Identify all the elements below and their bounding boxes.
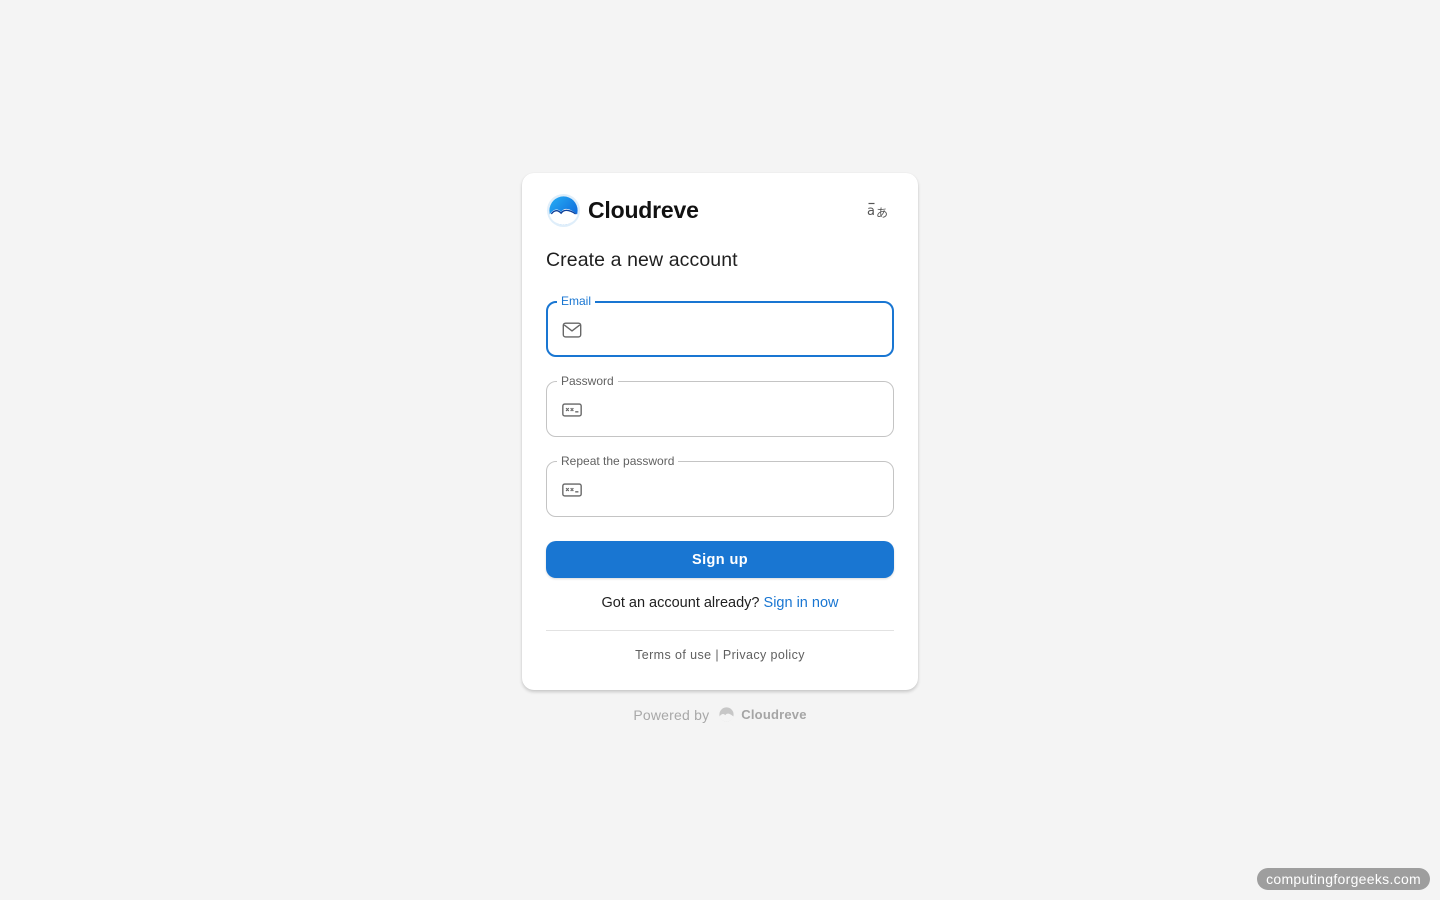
svg-text:a: a bbox=[867, 204, 875, 219]
sign-up-button[interactable]: Sign up bbox=[546, 541, 894, 578]
sign-in-row: Got an account already? Sign in now bbox=[522, 595, 918, 611]
powered-by-name: Cloudreve bbox=[741, 707, 807, 722]
password-field[interactable]: Password bbox=[546, 373, 894, 437]
legal-links: Terms of use | Privacy policy bbox=[522, 648, 918, 662]
cloudreve-logo-icon bbox=[719, 707, 734, 722]
repeat-password-input[interactable] bbox=[595, 462, 885, 516]
powered-by-logo[interactable]: Cloudreve bbox=[718, 706, 806, 723]
password-icon bbox=[562, 403, 582, 417]
watermark: computingforgeeks.com bbox=[1257, 868, 1430, 890]
sign-in-prompt: Got an account already? bbox=[601, 595, 760, 611]
svg-text:あ: あ bbox=[876, 206, 888, 220]
email-label: Email bbox=[557, 293, 596, 309]
divider bbox=[546, 630, 894, 631]
translate-icon: a あ bbox=[867, 202, 888, 220]
password-input[interactable] bbox=[595, 382, 885, 436]
mail-icon bbox=[562, 322, 582, 338]
repeat-password-field[interactable]: Repeat the password bbox=[546, 453, 894, 517]
privacy-policy-link[interactable]: Privacy policy bbox=[723, 648, 805, 662]
terms-of-use-link[interactable]: Terms of use bbox=[635, 648, 711, 662]
app-name: Cloudreve bbox=[588, 196, 699, 223]
page-title: Create a new account bbox=[546, 249, 738, 271]
password-icon bbox=[562, 483, 582, 497]
powered-by: Powered by Cloudreve bbox=[0, 706, 1440, 723]
email-input[interactable] bbox=[596, 303, 886, 355]
legal-separator: | bbox=[715, 648, 719, 662]
cloudreve-logo-icon bbox=[546, 193, 581, 227]
sign-in-link[interactable]: Sign in now bbox=[764, 595, 839, 611]
powered-by-text: Powered by bbox=[633, 706, 710, 723]
email-field[interactable]: Email bbox=[546, 293, 894, 357]
signup-card: Cloudreve a あ Create a new account Email… bbox=[522, 173, 918, 690]
language-button[interactable]: a あ bbox=[862, 194, 894, 226]
app-logo: Cloudreve bbox=[546, 192, 699, 228]
page: Cloudreve a あ Create a new account Email… bbox=[0, 0, 1440, 900]
